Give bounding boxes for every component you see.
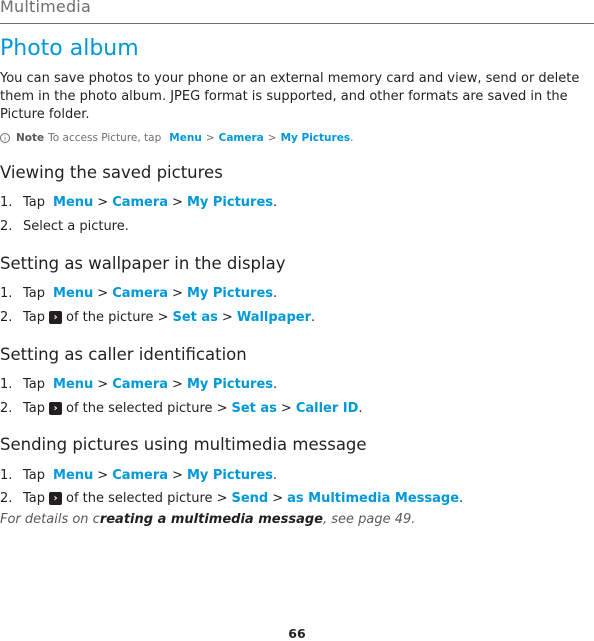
note: i Note To access Picture, tap Menu > Cam… [0, 132, 353, 144]
note-path-camera: Camera [218, 132, 264, 144]
section-title: Multimedia [0, 0, 91, 16]
step-item: 2. Select a picture. [0, 219, 129, 234]
note-label: Note [16, 132, 45, 144]
page-title: Photo album [0, 36, 139, 61]
chevron-right-icon: › [49, 402, 63, 415]
step-item: 1. Tap Menu > Camera > My Pictures . [0, 468, 278, 483]
chevron-right-icon: › [49, 311, 63, 324]
step-item: 1. Tap Menu > Camera > My Pictures . [0, 286, 278, 301]
note-text: To access Picture, tap [48, 132, 162, 144]
section-heading: Sending pictures using multimedia messag… [0, 435, 367, 454]
section-heading: Viewing the saved pictures [0, 163, 223, 182]
section-header: Multimedia [0, 0, 594, 24]
section-heading: Setting as caller identification [0, 345, 247, 364]
intro-paragraph: You can save photos to your phone or an … [0, 71, 580, 122]
chevron-right-icon: › [49, 492, 63, 505]
note-path-menu: Menu [169, 132, 202, 144]
section-heading: Setting as wallpaper in the display [0, 254, 286, 273]
step-item: 2. Tap › of the picture > Set as > Wallp… [0, 310, 316, 325]
step-item: 1. Tap Menu > Camera > My Pictures . [0, 377, 278, 392]
step-item: 1. Tap Menu > Camera > My Pictures . [0, 195, 278, 210]
reference-topic: reating a multimedia message [99, 512, 323, 527]
step-item: 2. Tap › of the selected picture > Send … [0, 491, 464, 506]
info-icon: i [0, 133, 10, 143]
cross-reference: For details on creating a multimedia mes… [0, 512, 416, 527]
note-path-my-pictures: My Pictures [280, 132, 351, 144]
step-item: 2. Tap › of the selected picture > Set a… [0, 401, 363, 416]
